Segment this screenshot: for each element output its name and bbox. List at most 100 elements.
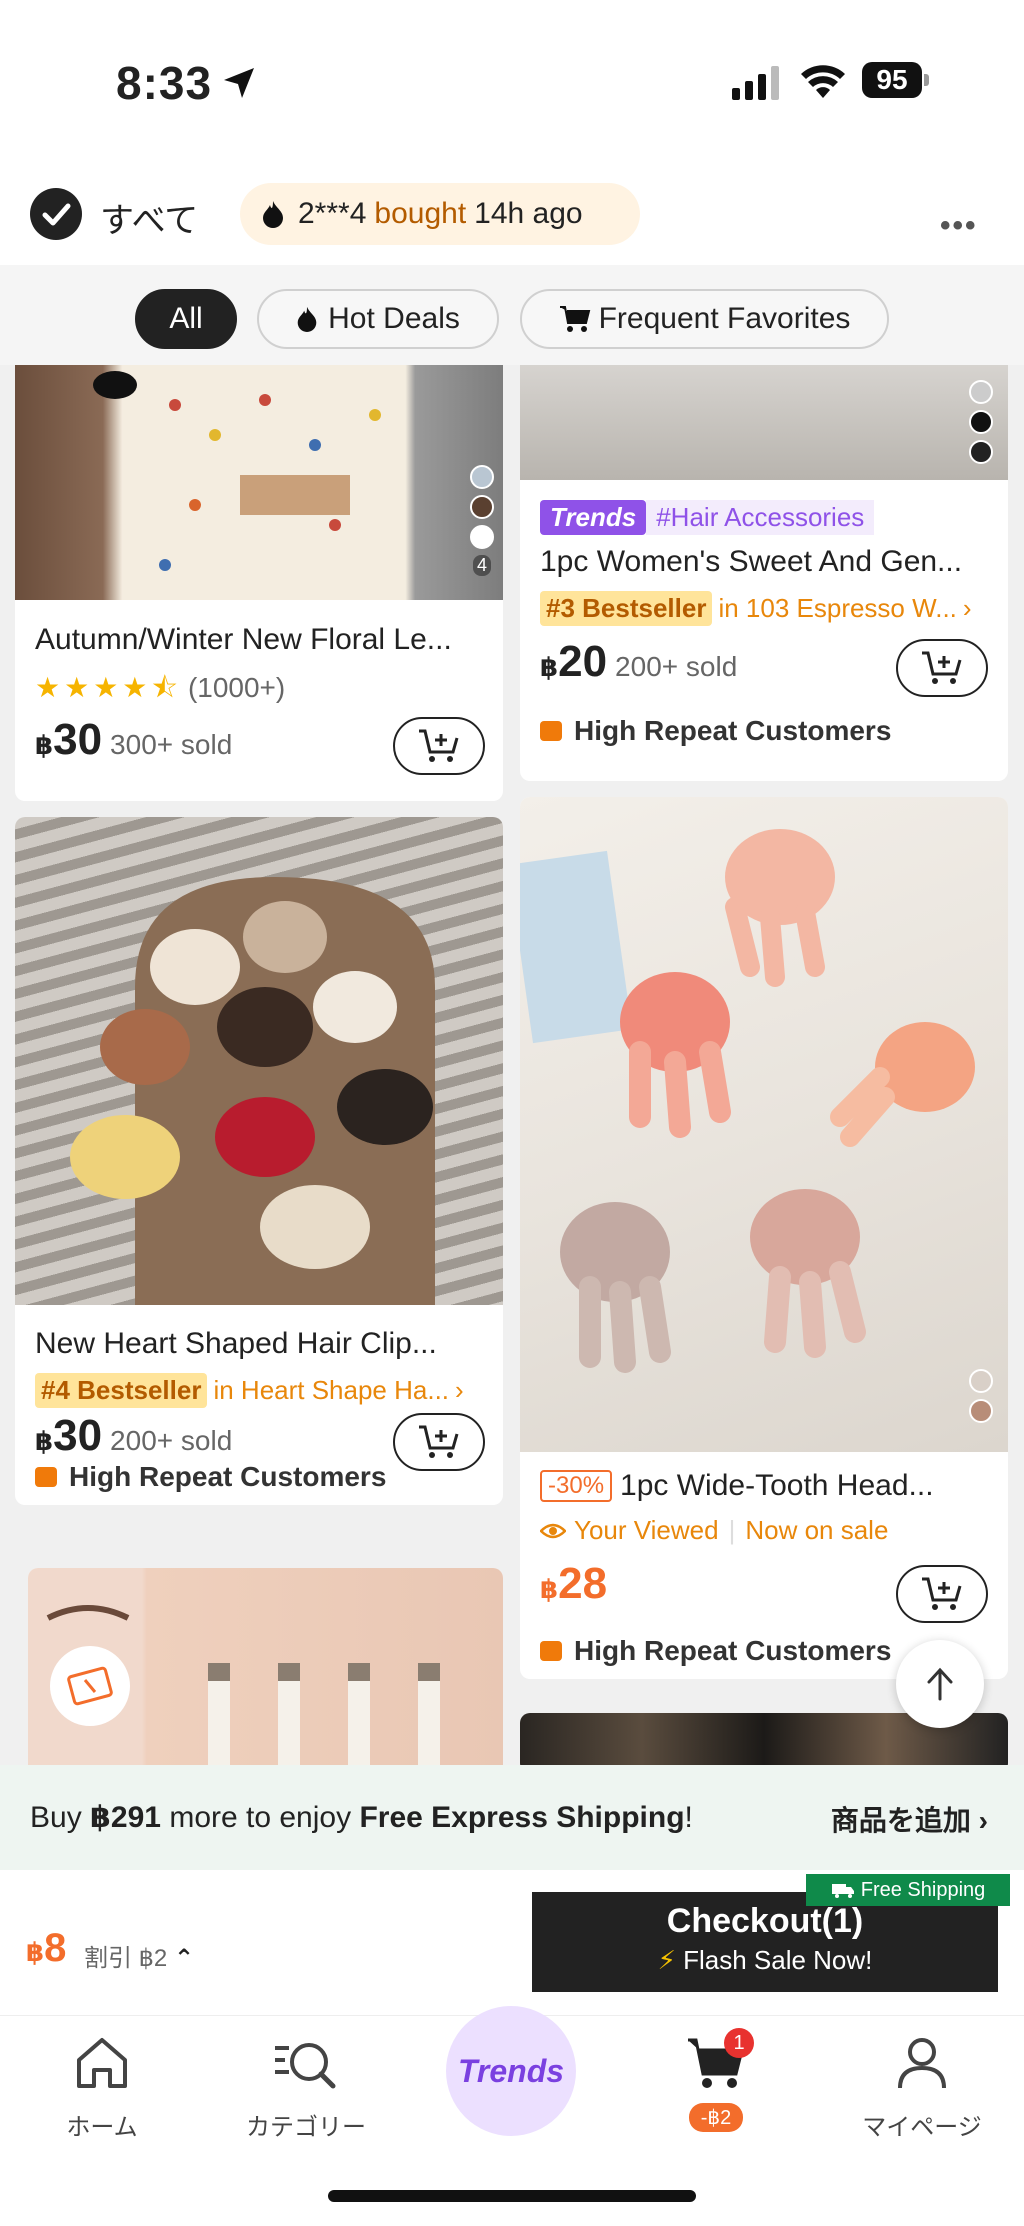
swatch[interactable] [969,1399,993,1423]
add-to-cart-button[interactable] [896,1565,988,1623]
filter-chip-frequent-favorites[interactable]: Frequent Favorites [520,289,889,349]
tab-category[interactable]: カテゴリー [226,2036,386,2142]
clock: 8:33 [116,57,213,109]
product-image[interactable] [15,365,503,600]
product-image[interactable] [520,365,1008,480]
filter-chips: All Hot Deals Frequent Favorites [0,265,1024,365]
swatch[interactable] [969,1369,993,1393]
checkmark-icon [42,203,71,226]
repeat-customers-label: High Repeat Customers [35,1461,386,1493]
product-card[interactable] [28,1568,503,1765]
price-value: 30 [53,715,103,764]
add-to-cart-button[interactable] [393,717,485,775]
color-swatches[interactable] [966,1369,996,1423]
trends-logo: Trends [540,500,647,535]
rating-count: (1000+) [187,672,286,703]
store-icon [35,1467,57,1487]
wifi-icon [801,65,845,98]
checkout-button[interactable]: Checkout(1) ⚡ Flash Sale Now! [532,1892,998,1992]
scroll-to-top-button[interactable] [896,1640,984,1728]
checkout-label: Checkout(1) [666,1902,864,1940]
product-title-row[interactable]: -30% 1pc Wide-Tooth Head... [540,1469,990,1503]
tab-trends[interactable]: Trends [446,2006,576,2136]
select-all-checkbox[interactable] [30,188,82,240]
currency: ฿ [35,730,54,760]
discount-note: 割引 ฿2 [84,1945,168,1972]
product-image[interactable] [520,797,1008,1452]
currency: ฿ [540,652,559,682]
bestseller-category: in 103 Espresso W... [718,593,957,623]
cart-count-badge: 1 [724,2028,754,2058]
add-to-cart-icon [922,1577,962,1610]
home-icon [77,2038,127,2088]
product-card[interactable]: 4 Autumn/Winter New Floral Le... ★★★★⯪ (1… [15,365,503,801]
tab-cart[interactable]: 1 -฿2 [636,2028,796,2132]
swatch[interactable] [969,380,993,404]
swatch[interactable] [470,465,494,489]
more-options-icon[interactable]: ••• [940,209,978,243]
trend-hashtag: #Hair Accessories [646,500,875,535]
swatch[interactable] [969,410,993,434]
filter-chip-label: All [169,302,203,335]
swatch[interactable] [969,440,993,464]
bestseller-rank: #4 Bestseller [35,1373,208,1408]
product-title: 1pc Wide-Tooth Head... [620,1469,934,1502]
lightning-icon: ⚡ [657,1945,676,1975]
filter-chip-label: Frequent Favorites [598,302,851,335]
tab-label: マイページ [862,2114,982,2141]
product-price: ฿20 200+ sold [540,637,737,687]
currency: ฿ [540,1574,559,1604]
product-title[interactable]: Autumn/Winter New Floral Le... [35,623,485,657]
tab-mypage[interactable]: マイページ [842,2036,1002,2142]
filter-chip-all[interactable]: All [135,289,237,349]
tab-label: ホーム [66,2114,138,2141]
add-to-cart-button[interactable] [896,639,988,697]
rating-stars: ★★★★⯪ (1000+) [35,672,286,703]
bestseller-rank: #3 Bestseller [540,591,713,626]
bestseller-badge[interactable]: #4 Bestseller in Heart Shape Ha... › [35,1373,485,1408]
cart-header-row: すべて 2***4 bought 14h ago ••• [0,165,1024,265]
add-items-link[interactable]: 商品を追加 › [831,1799,988,1839]
discount-toggle[interactable]: 割引 ฿2 ⌃ [84,1938,194,1973]
product-price: ฿28 [540,1559,607,1609]
product-card[interactable]: Trends #Hair Accessories 1pc Women's Swe… [520,365,1008,781]
currency: ฿ [26,1937,45,1967]
select-all-label[interactable]: すべて [100,193,198,242]
tab-home[interactable]: ホーム [22,2036,182,2142]
eye-icon [540,1523,566,1538]
add-to-cart-icon [419,729,459,762]
product-card[interactable]: -30% 1pc Wide-Tooth Head... Your Viewed … [520,797,1008,1679]
coupon-float-button[interactable] [50,1646,130,1726]
add-to-cart-button[interactable] [393,1413,485,1471]
chevron-up-icon: ⌃ [173,1945,195,1972]
product-image[interactable] [15,817,503,1307]
bestseller-badge[interactable]: #3 Bestseller in 103 Espresso W... › [540,591,990,626]
swatch[interactable] [470,525,494,549]
trends-logo: Trends [457,2052,565,2089]
repeat-customers-label: High Repeat Customers [540,1635,891,1667]
product-card-details[interactable]: New Heart Shaped Hair Clip... #4 Bestsel… [15,1305,503,1505]
filter-chip-label: Hot Deals [328,302,460,335]
free-shipping-banner[interactable]: Buy ฿291 more to enjoy Free Express Ship… [0,1765,1024,1870]
product-price: ฿30 200+ sold [35,1411,232,1461]
filter-chip-hot-deals[interactable]: Hot Deals [257,289,499,349]
product-price: ฿30 300+ sold [35,715,232,765]
color-swatches[interactable] [966,380,996,464]
viewed-text: Your Viewed [574,1515,719,1545]
trend-tag[interactable]: Trends #Hair Accessories [540,500,875,535]
location-arrow-icon [224,68,254,98]
divider: | [728,1515,736,1545]
checkout-bar: ฿8 割引 ฿2 ⌃ Checkout(1) ⚡ Flash Sale Now!… [0,1870,1024,2015]
discount-badge: -30% [540,1470,613,1502]
color-swatches[interactable]: 4 [467,465,497,576]
floral-pattern-image [93,371,381,571]
product-card[interactable]: New Heart Shaped Hair Clip... [15,817,503,1339]
fire-icon [297,306,317,332]
ship-amount: ฿291 [90,1801,161,1834]
product-title[interactable]: 1pc Women's Sweet And Gen... [540,545,990,579]
swatch[interactable] [470,495,494,519]
hair-claw-clips-image [520,829,975,1373]
free-shipping-text: Free Shipping [860,1878,986,1901]
product-title[interactable]: New Heart Shaped Hair Clip... [35,1327,485,1361]
battery-indicator: 95 [862,62,922,98]
